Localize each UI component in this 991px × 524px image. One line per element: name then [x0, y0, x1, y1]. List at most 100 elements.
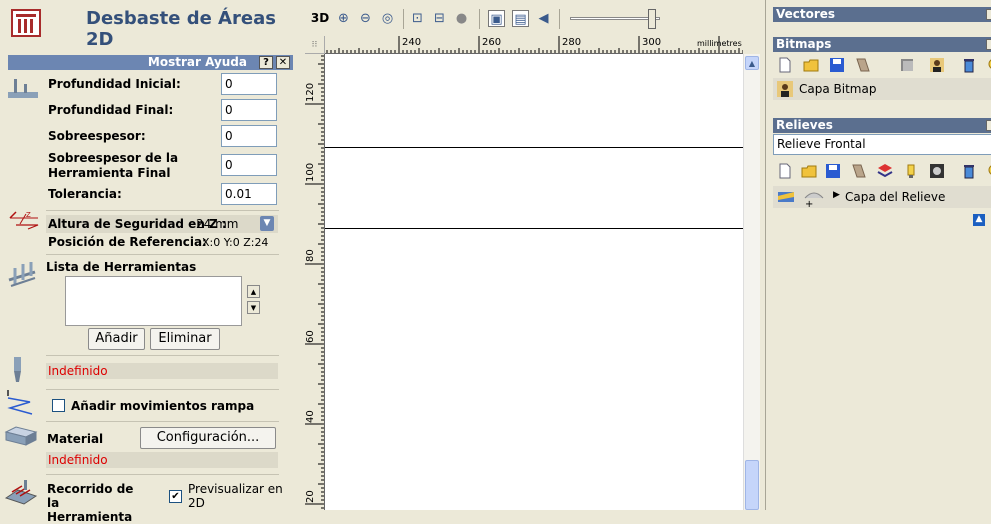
import-relief-icon[interactable] [851, 163, 867, 179]
tolerance-label: Tolerancia: [48, 187, 122, 201]
ruler-units: millimetres [697, 39, 742, 48]
bitmap-layer-row[interactable]: Capa Bitmap [773, 78, 991, 100]
relief-preview-icon[interactable] [929, 163, 945, 179]
relief-add-icon: + [804, 192, 824, 208]
ruler-corner: ⁝⁝ [305, 36, 325, 54]
material-setup-button[interactable]: Configuración... [140, 427, 276, 449]
layer-view-icon[interactable]: ▣ [488, 10, 505, 27]
zoom-in-icon[interactable]: ⊕ [335, 10, 352, 27]
relief-lamp-icon[interactable] [903, 163, 919, 179]
tolerance-input[interactable]: 0.01 [221, 183, 277, 205]
ruler-label-80: 80 [305, 249, 316, 262]
remove-tool-button[interactable]: Eliminar [150, 328, 220, 350]
relief-toolbar [773, 161, 991, 183]
view-toolbar: 3D ⊕ ⊖ ◎ ⊡ ⊟ ● ▣ ▤ ◀ [305, 0, 765, 36]
divider [46, 474, 279, 475]
tool-list[interactable] [65, 276, 242, 326]
vectors-header[interactable]: Vectores [773, 7, 991, 22]
ruler-label-100: 100 [305, 163, 316, 182]
save-icon[interactable] [829, 57, 845, 73]
reliefs-header[interactable]: Relieves [773, 118, 991, 133]
new-file-icon[interactable] [777, 57, 793, 73]
chevron-down-icon[interactable]: ▼ [260, 216, 274, 231]
help-button[interactable]: ? [259, 56, 273, 69]
safe-z-value: 24 mm [196, 217, 239, 231]
svg-text:Z: Z [26, 211, 31, 219]
zoom-slider-thumb[interactable] [648, 9, 656, 29]
relief-select[interactable]: Relieve Frontal [773, 134, 991, 155]
drawing-canvas[interactable] [325, 54, 743, 510]
ruler-label-20: 20 [305, 490, 316, 503]
close-icon[interactable]: ✕ [276, 56, 290, 69]
open-folder-icon[interactable] [803, 57, 819, 73]
final-depth-input[interactable]: 0 [221, 99, 277, 121]
tool-list-label: Lista de Herramientas [46, 260, 197, 274]
save-icon[interactable] [825, 163, 841, 179]
vertical-scrollbar[interactable]: ▲ [743, 54, 760, 510]
bitmap-toolbar [773, 55, 991, 77]
arrow-up-icon[interactable]: ▲ [973, 214, 985, 226]
zoom-out-icon[interactable]: ⊖ [357, 10, 374, 27]
delete-icon[interactable] [961, 57, 977, 73]
bitmaps-header-label: Bitmaps [776, 37, 832, 51]
import-bitmap-icon[interactable] [855, 57, 871, 73]
add-tool-button[interactable]: Añadir [88, 328, 145, 350]
allowance-label: Sobreespesor: [48, 129, 146, 143]
relief-layer-row[interactable]: + ▶ Capa del Relieve [773, 186, 991, 208]
horizontal-ruler-ticks [326, 36, 743, 53]
bitmap-gray-icon[interactable] [899, 57, 915, 73]
new-file-icon[interactable] [777, 163, 793, 179]
bitmaps-header[interactable]: Bitmaps [773, 37, 991, 52]
zoom-slider-track[interactable] [570, 17, 660, 20]
expand-icon[interactable] [986, 39, 991, 50]
safe-z-icon: Z [9, 211, 39, 230]
transparency-icon[interactable]: ◀ [535, 10, 552, 27]
open-folder-icon[interactable] [801, 163, 817, 179]
bulb-icon[interactable] [986, 163, 991, 179]
horizontal-ruler: 240 260 280 300 millimetres [325, 36, 743, 54]
show-help-label[interactable]: Mostrar Ayuda [148, 55, 247, 70]
zoom-fit-icon[interactable]: ◎ [379, 10, 396, 27]
zoom-area-icon[interactable]: ⊡ [409, 10, 426, 27]
vectors-header-label: Vectores [776, 7, 836, 21]
bulb-icon[interactable] [986, 57, 991, 73]
view-3d-button[interactable]: 3D [310, 10, 330, 27]
material-bottom-edge-line [325, 228, 743, 229]
scroll-up-icon[interactable]: ▲ [745, 56, 759, 70]
toolbar-separator [479, 9, 480, 29]
relief-layer-label: Capa del Relieve [845, 190, 946, 204]
end-mill-icon [14, 357, 21, 382]
tool-list-icon [8, 262, 36, 287]
expand-icon[interactable] [986, 9, 991, 20]
ruler-label-40: 40 [305, 410, 316, 423]
scroll-up-icon[interactable]: ▲ [247, 285, 260, 298]
toolpath-label: Recorrido de la Herramienta [47, 482, 134, 524]
scroll-down-icon[interactable]: ▼ [247, 301, 260, 314]
ruler-label-240: 240 [402, 37, 422, 48]
safe-z-row[interactable]: Altura de Seguridad en Z : 24 mm ▼ [46, 215, 278, 233]
toolbar-separator [559, 9, 560, 29]
scroll-thumb[interactable] [745, 460, 759, 510]
ruler-label-120: 120 [305, 83, 316, 102]
final-tool-allowance-label: Sobreespesor de la Herramienta Final [48, 151, 179, 180]
zoom-previous-icon[interactable]: ⊟ [431, 10, 448, 27]
pan-icon[interactable]: ● [453, 10, 470, 27]
relief-layers-icon[interactable] [877, 163, 893, 179]
expand-arrow-icon[interactable]: ▶ [833, 190, 840, 200]
layer-toggle-icon[interactable]: ▤ [512, 10, 529, 27]
vertical-ruler-ticks: 120 100 80 60 40 20 [305, 55, 324, 509]
divider [46, 421, 279, 422]
ramp-checkbox-label: Añadir movimientos rampa [71, 399, 255, 413]
allowance-input[interactable]: 0 [221, 125, 277, 147]
material-icon [4, 426, 38, 446]
ramp-checkbox[interactable] [52, 399, 65, 412]
expand-icon[interactable] [986, 120, 991, 131]
ramp-icon [7, 390, 33, 415]
initial-depth-input[interactable]: 0 [221, 73, 277, 95]
ruler-label-260: 260 [482, 37, 502, 48]
preview-2d-checkbox[interactable]: ✔ [169, 490, 182, 503]
bitmap-portrait-icon[interactable] [929, 57, 945, 73]
final-tool-allowance-input[interactable]: 0 [221, 154, 277, 176]
final-depth-label: Profundidad Final: [48, 103, 174, 117]
delete-icon[interactable] [961, 163, 977, 179]
